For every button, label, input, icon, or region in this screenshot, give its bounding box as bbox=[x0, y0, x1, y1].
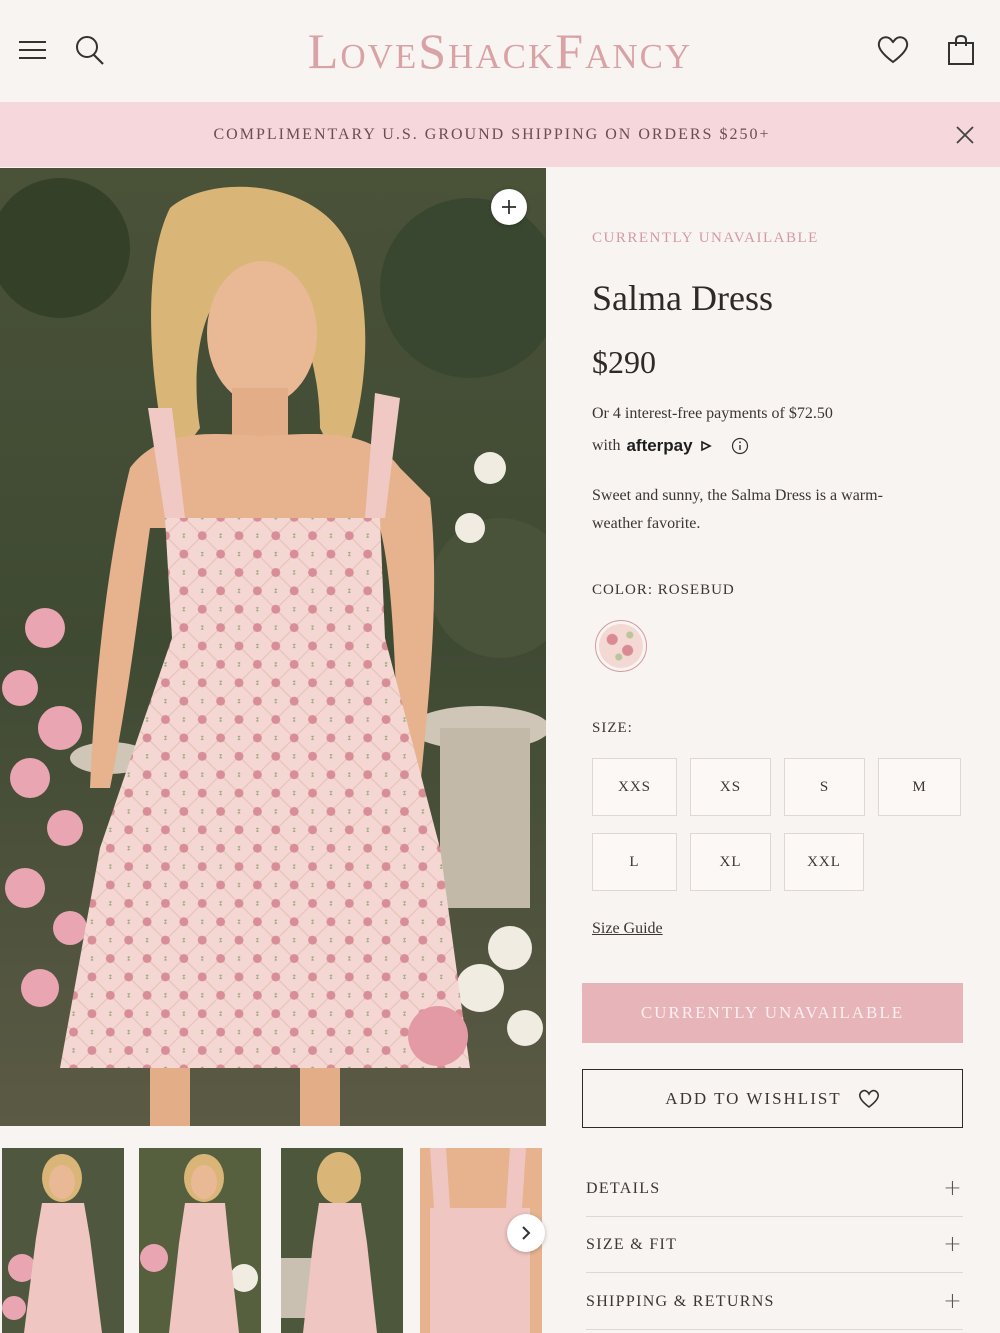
afterpay-arrows-icon bbox=[700, 440, 712, 452]
thumbnail-image bbox=[139, 1148, 261, 1333]
afterpay-logo: afterpay bbox=[626, 436, 693, 455]
size-option-xxs[interactable]: XXS bbox=[592, 758, 677, 816]
heart-icon bbox=[858, 1089, 879, 1108]
swatch-pattern bbox=[599, 624, 643, 668]
close-icon[interactable] bbox=[954, 124, 976, 146]
accordion-shipping-returns[interactable]: SHIPPING & RETURNS + bbox=[586, 1274, 963, 1330]
product-price: $290 bbox=[592, 344, 656, 380]
product-title: Salma Dress bbox=[592, 278, 773, 318]
plus-icon: + bbox=[943, 1176, 963, 1201]
size-option-s[interactable]: S bbox=[784, 758, 865, 816]
afterpay-text: Or 4 interest-free payments of $72.50 bbox=[592, 405, 833, 422]
site-logo[interactable]: LoveShackFancy bbox=[200, 24, 800, 78]
thumbnail-strip bbox=[0, 1148, 546, 1333]
size-guide-link[interactable]: Size Guide bbox=[592, 920, 663, 938]
afterpay-line: with afterpay bbox=[592, 436, 749, 456]
zoom-button[interactable] bbox=[491, 189, 527, 225]
thumbnail-2[interactable] bbox=[139, 1148, 261, 1333]
size-option-xxl[interactable]: XXL bbox=[784, 833, 864, 891]
currently-unavailable-button[interactable]: CURRENTLY UNAVAILABLE bbox=[582, 983, 963, 1043]
plus-icon bbox=[502, 200, 516, 214]
info-icon[interactable] bbox=[731, 437, 749, 455]
accordion-label: DETAILS bbox=[586, 1179, 661, 1197]
thumbnail-next-button[interactable] bbox=[507, 1214, 545, 1252]
hamburger-icon[interactable] bbox=[16, 33, 50, 67]
accordion-details[interactable]: DETAILS + bbox=[586, 1161, 963, 1217]
accordion-label: SIZE & FIT bbox=[586, 1235, 678, 1253]
shopping-bag-icon[interactable] bbox=[944, 33, 978, 67]
thumbnail-3[interactable] bbox=[281, 1148, 403, 1333]
site-header: LoveShackFancy bbox=[0, 0, 1000, 102]
product-description: Sweet and sunny, the Salma Dress is a wa… bbox=[592, 487, 883, 532]
thumbnail-image bbox=[281, 1148, 403, 1333]
size-option-m[interactable]: M bbox=[878, 758, 961, 816]
add-to-wishlist-button[interactable]: ADD TO WISHLIST bbox=[582, 1069, 963, 1128]
thumbnail-1[interactable] bbox=[2, 1148, 124, 1333]
availability-status: CURRENTLY UNAVAILABLE bbox=[592, 230, 819, 246]
chevron-right-icon bbox=[522, 1226, 531, 1240]
size-option-xs[interactable]: XS bbox=[690, 758, 771, 816]
product-main-image[interactable] bbox=[0, 168, 546, 1126]
wishlist-button-label: ADD TO WISHLIST bbox=[665, 1088, 842, 1108]
shipping-banner: COMPLIMENTARY U.S. GROUND SHIPPING ON OR… bbox=[0, 102, 1000, 167]
plus-icon: + bbox=[943, 1232, 963, 1257]
plus-icon: + bbox=[943, 1289, 963, 1314]
color-swatch-rosebud[interactable] bbox=[595, 620, 647, 672]
afterpay-with: with bbox=[592, 437, 621, 454]
thumbnail-image bbox=[2, 1148, 124, 1333]
search-icon[interactable] bbox=[72, 33, 106, 67]
heart-icon[interactable] bbox=[876, 33, 910, 67]
accordion-size-fit[interactable]: SIZE & FIT + bbox=[586, 1217, 963, 1273]
banner-text: COMPLIMENTARY U.S. GROUND SHIPPING ON OR… bbox=[213, 126, 771, 143]
color-label: COLOR: ROSEBUD bbox=[592, 582, 735, 598]
product-photo bbox=[0, 168, 546, 1126]
size-option-l[interactable]: L bbox=[592, 833, 677, 891]
size-option-xl[interactable]: XL bbox=[690, 833, 771, 891]
size-label: SIZE: bbox=[592, 720, 633, 736]
accordion-label: SHIPPING & RETURNS bbox=[586, 1292, 775, 1310]
